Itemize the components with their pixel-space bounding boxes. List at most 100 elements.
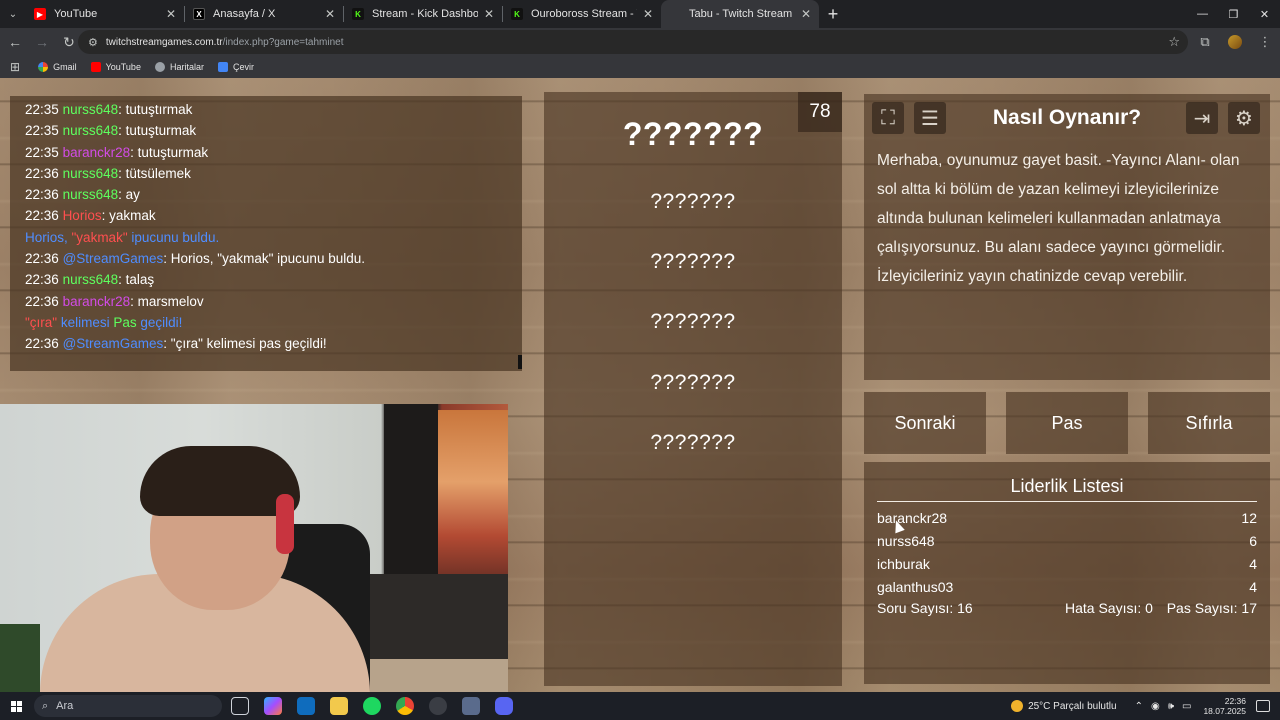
tab-tabu[interactable]: Tabu - Twitch Stream Games ✕ xyxy=(661,0,819,28)
file-explorer-icon[interactable] xyxy=(330,697,348,715)
system-tray: 25°C Parçalı bulutlu ⌃ ◉ 🕪 ▭ 22:36 18.07… xyxy=(1011,692,1280,720)
windows-logo-icon xyxy=(10,700,22,712)
weather-text: 25°C Parçalı bulutlu xyxy=(1028,700,1117,712)
profile-avatar[interactable] xyxy=(1228,35,1242,49)
how-to-play-panel: ⛶ ☰ Nasıl Oynanır? ⇥ ⚙ Merhaba, oyunumuz… xyxy=(864,94,1270,380)
notification-icon[interactable] xyxy=(1256,700,1270,712)
start-button[interactable] xyxy=(0,700,32,712)
chat-log[interactable]: 22:35 nurss648: tutuştırmak 22:35 nurss6… xyxy=(10,96,522,371)
player-name: nurss648 xyxy=(877,533,935,549)
error-count: Hata Sayısı: 0 xyxy=(1065,600,1153,616)
chat-username: nurss648 xyxy=(62,187,119,203)
chat-username: nurss648 xyxy=(62,165,119,181)
chevron-up-icon[interactable]: ⌃ xyxy=(1135,701,1143,712)
search-placeholder: Ara xyxy=(56,700,74,712)
word-card: 78 ??????? ??????? ??????? ??????? ?????… xyxy=(544,92,842,686)
extensions-icon[interactable]: ⧉ xyxy=(1190,34,1220,50)
leaderboard-panel: Liderlik Listesi baranckr28 12 nurss648 6 … xyxy=(864,462,1270,684)
volume-icon[interactable]: 🕪 xyxy=(1168,701,1174,712)
close-icon[interactable]: ✕ xyxy=(166,7,176,21)
tab-youtube[interactable]: ▶ YouTube ✕ xyxy=(26,0,184,28)
bookmark-maps[interactable]: Haritalar xyxy=(154,62,204,72)
new-tab-button[interactable]: + xyxy=(819,0,847,28)
close-icon[interactable]: ✕ xyxy=(325,7,335,21)
chat-username: nurss648 xyxy=(62,272,119,288)
forbidden-word: ??????? xyxy=(650,310,736,333)
back-icon[interactable]: ← xyxy=(3,30,27,54)
forbidden-word: ??????? xyxy=(650,250,736,273)
spotify-icon[interactable] xyxy=(363,697,381,715)
game-page: 22:35 nurss648: tutuştırmak 22:35 nurss6… xyxy=(0,78,1280,692)
bookmarks-bar: ⊞ Gmail YouTube Haritalar Çevir xyxy=(0,56,1280,78)
search-icon: ⌕ xyxy=(42,699,49,712)
webcam-couch xyxy=(360,574,508,664)
weather-widget[interactable]: 25°C Parçalı bulutlu xyxy=(1011,700,1117,712)
apps-grid-icon[interactable]: ⊞ xyxy=(10,60,20,74)
chat-username: @StreamGames xyxy=(62,251,164,267)
chat-username: @StreamGames xyxy=(62,336,164,352)
copilot-icon[interactable] xyxy=(264,697,282,715)
target-word: ??????? xyxy=(622,116,764,152)
reset-button[interactable]: Sıfırla xyxy=(1148,392,1270,454)
gear-icon[interactable]: ⚙ xyxy=(1228,102,1260,134)
bookmark-gmail[interactable]: Gmail xyxy=(38,62,77,72)
logout-icon[interactable]: ⇥ xyxy=(1186,102,1218,134)
clock-time: 22:36 xyxy=(1224,696,1246,706)
task-view-icon[interactable] xyxy=(231,697,249,715)
close-icon[interactable]: ✕ xyxy=(643,7,653,21)
tab-x[interactable]: X Anasayfa / X ✕ xyxy=(185,0,343,28)
close-window-icon[interactable]: ✕ xyxy=(1249,0,1280,28)
close-icon[interactable]: ✕ xyxy=(484,7,494,21)
site-info-icon[interactable]: ⚙ xyxy=(88,36,98,49)
player-score: 4 xyxy=(1249,556,1257,572)
chat-username: nurss648 xyxy=(62,123,119,139)
pass-button[interactable]: Pas xyxy=(1006,392,1128,454)
clock[interactable]: 22:36 18.07.2025 xyxy=(1203,696,1246,716)
webcam-feed xyxy=(0,404,508,692)
chat-message: 22:36 nurss648: tütsülemek xyxy=(25,165,191,181)
player-score: 6 xyxy=(1249,533,1257,549)
browser-toolbar: ← → ↻ ⚙ twitchstreamgames.com.tr /index.… xyxy=(0,28,1280,56)
outlook-icon[interactable] xyxy=(297,697,315,715)
tab-kick-dashboard[interactable]: K Stream - Kick Dashboard ✕ xyxy=(344,0,502,28)
minimize-icon[interactable]: — xyxy=(1187,0,1218,28)
chat-username: baranckr28 xyxy=(62,144,131,160)
chat-system-message: Horios, "yakmak" ipucunu buldu. xyxy=(25,229,220,245)
address-bar[interactable]: ⚙ twitchstreamgames.com.tr /index.php?ga… xyxy=(78,30,1188,54)
weather-icon xyxy=(1011,700,1024,712)
clock-date: 18.07.2025 xyxy=(1203,706,1246,716)
forward-icon[interactable]: → xyxy=(30,30,54,54)
chrome-icon[interactable] xyxy=(396,697,414,715)
restore-icon[interactable]: ❐ xyxy=(1218,0,1249,28)
close-icon[interactable]: ✕ xyxy=(801,7,811,21)
app-icon[interactable] xyxy=(462,697,480,715)
bookmark-translate[interactable]: Çevir xyxy=(217,62,254,72)
window-controls: — ❐ ✕ xyxy=(1187,0,1280,28)
question-count: Soru Sayısı: 16 xyxy=(877,600,973,616)
player-score: 4 xyxy=(1249,579,1257,595)
discord-icon[interactable] xyxy=(495,697,513,715)
chat-message: 22:35 nurss648: tutuşturmak xyxy=(25,123,197,139)
obs-icon[interactable] xyxy=(429,697,447,715)
kick-icon: K xyxy=(352,8,364,20)
bookmark-star-icon[interactable]: ☆ xyxy=(1168,34,1180,50)
bookmark-label: Çevir xyxy=(232,62,254,72)
player-name: baranckr28 xyxy=(877,510,948,526)
toolbar-actions: ⧉ ⋮ xyxy=(1190,28,1280,56)
leaderboard-row: galanthus03 4 xyxy=(877,579,1257,595)
chat-message: 22:36 Horios: yakmak xyxy=(25,208,156,224)
player-name: ichburak xyxy=(877,556,930,572)
menu-icon[interactable]: ⋮ xyxy=(1250,34,1280,50)
chat-scrollbar[interactable] xyxy=(518,355,522,369)
tab-search-icon[interactable]: ⌄ xyxy=(0,0,26,28)
taskbar-search[interactable]: ⌕ Ara xyxy=(34,695,222,717)
network-icon[interactable]: ◉ xyxy=(1151,701,1160,712)
url-host: twitchstreamgames.com.tr xyxy=(105,36,223,48)
next-button[interactable]: Sonraki xyxy=(864,392,986,454)
translate-icon xyxy=(217,62,228,72)
bookmark-youtube[interactable]: YouTube xyxy=(90,62,141,72)
browser-tab-bar: ⌄ ▶ YouTube ✕ X Anasayfa / X ✕ K Stream … xyxy=(0,0,1280,28)
tab-label: Anasayfa / X xyxy=(213,8,276,20)
tab-kick-watch[interactable]: K Ouroboross Stream - Watch Live ✕ xyxy=(503,0,661,28)
battery-icon[interactable]: ▭ xyxy=(1182,701,1191,712)
